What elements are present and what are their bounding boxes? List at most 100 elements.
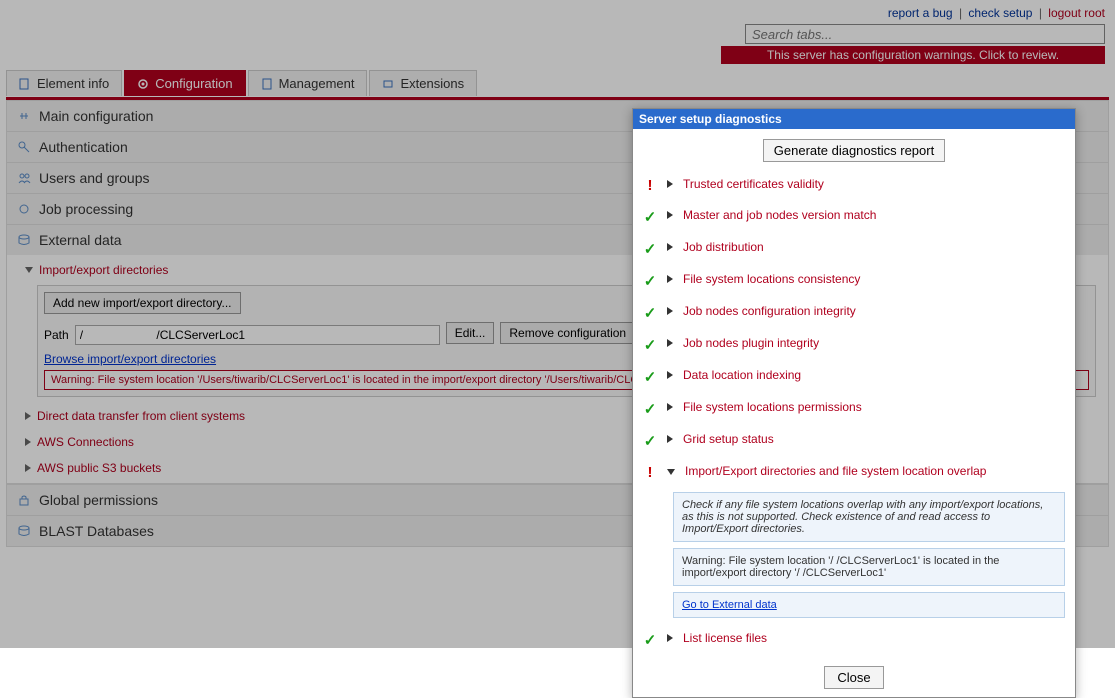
modal-body: Generate diagnostics report ! Trusted cer… [633,129,1075,697]
detail-warning: Warning: File system location '/ /CLCSer… [673,548,1065,586]
path-input[interactable] [75,325,440,345]
tree-label: Import/export directories [39,263,168,277]
section-label: Authentication [39,139,128,155]
chevron-right-icon [667,275,673,283]
users-icon [17,171,31,185]
diag-item[interactable]: ✓ Master and job nodes version match [643,201,1065,233]
diag-item[interactable]: ✓ File system locations consistency [643,265,1065,297]
diagnostics-list: ! Trusted certificates validity ✓ Master an… [643,170,1065,656]
check-icon: ✓ [643,368,657,386]
report-bug-link[interactable]: report a bug [888,6,953,20]
tree-label: AWS public S3 buckets [37,461,161,475]
clipboard-icon [261,78,273,90]
check-icon: ✓ [643,400,657,418]
tab-label: Management [279,76,355,91]
chevron-right-icon [667,180,673,188]
check-icon: ✓ [643,631,657,649]
tab-label: Configuration [155,76,232,91]
section-label: Main configuration [39,108,153,124]
chevron-right-icon [667,371,673,379]
warning-icon: ! [643,464,657,481]
check-icon: ✓ [643,432,657,450]
diag-item[interactable]: ! Trusted certificates validity [643,170,1065,201]
check-icon: ✓ [643,240,657,258]
check-icon: ✓ [643,272,657,290]
tab-label: Extensions [400,76,464,91]
tab-element-info[interactable]: Element info [6,70,122,96]
chevron-right-icon [667,211,673,219]
database-icon [17,233,31,247]
chevron-right-icon [667,307,673,315]
diag-item[interactable]: ✓ Job nodes configuration integrity [643,297,1065,329]
diag-item[interactable]: ✓ Job distribution [643,233,1065,265]
chevron-right-icon [667,339,673,347]
check-icon: ✓ [643,208,657,226]
lock-icon [17,493,31,507]
diag-detail: Check if any file system locations overl… [673,492,1065,618]
diag-item[interactable]: ✓Grid setup status [643,425,1065,457]
edit-button[interactable]: Edit... [446,322,495,344]
tree-label: AWS Connections [37,435,134,449]
chevron-right-icon [667,634,673,642]
check-icon: ✓ [643,304,657,322]
diag-item[interactable]: ✓ File system locations permissions [643,393,1065,425]
close-button[interactable]: Close [824,666,883,689]
chevron-right-icon [667,435,673,443]
diagnostics-modal: Server setup diagnostics Generate diagno… [632,108,1076,698]
search-input[interactable] [745,24,1105,44]
logout-link[interactable]: logout root [1048,6,1105,20]
document-icon [19,78,31,90]
diag-item[interactable]: ! Import/Export directories and file syst… [643,457,1065,488]
diag-label: Master and job nodes version match [683,208,876,222]
warning-icon: ! [643,177,657,194]
tab-management[interactable]: Management [248,70,368,96]
section-label: Global permissions [39,492,158,508]
main-tabs: Element info Configuration Management Ex… [6,70,1109,96]
diag-label: Job nodes configuration integrity [683,304,856,318]
database-icon [17,524,31,538]
detail-description: Check if any file system locations overl… [673,492,1065,542]
diag-item[interactable]: ✓ Job nodes plugin integrity [643,329,1065,361]
chevron-right-icon [25,412,31,420]
chevron-right-icon [25,438,31,446]
diag-label: Trusted certificates validity [683,177,824,191]
tab-configuration[interactable]: Configuration [124,70,245,96]
link-icon [17,109,31,123]
config-warning-banner[interactable]: This server has configuration warnings. … [721,46,1105,64]
chevron-down-icon [667,469,675,475]
diag-item[interactable]: ✓ List license files [643,624,1065,656]
detail-link-box: Go to External data [673,592,1065,618]
diag-label: Job distribution [683,240,764,254]
diag-label: Data location indexing [683,368,801,382]
gear-icon [137,78,149,90]
diag-label: File system locations permissions [683,400,862,414]
path-label: Path [44,328,69,342]
diag-item[interactable]: ✓ Data location indexing [643,361,1065,393]
add-directory-button[interactable]: Add new import/export directory... [44,292,241,314]
plugin-icon [382,78,394,90]
check-setup-link[interactable]: check setup [968,6,1032,20]
section-label: BLAST Databases [39,523,154,539]
cog-icon [17,202,31,216]
diag-label: File system locations consistency [683,272,860,286]
tab-label: Element info [37,76,109,91]
diag-label: List license files [683,631,767,645]
modal-title: Server setup diagnostics [633,109,1075,129]
go-to-external-data-link[interactable]: Go to External data [682,599,777,611]
top-links: report a bug | check setup | logout root [888,6,1105,20]
diag-label: Job nodes plugin integrity [683,336,819,350]
chevron-right-icon [667,403,673,411]
chevron-right-icon [25,464,31,472]
chevron-right-icon [667,243,673,251]
remove-config-button[interactable]: Remove configuration [500,322,635,344]
section-label: Job processing [39,201,133,217]
check-icon: ✓ [643,336,657,354]
section-label: External data [39,232,122,248]
chevron-down-icon [25,267,33,273]
section-label: Users and groups [39,170,150,186]
diag-label: Import/Export directories and file syste… [685,464,986,478]
tree-label: Direct data transfer from client systems [37,409,245,423]
key-icon [17,140,31,154]
tab-extensions[interactable]: Extensions [369,70,477,96]
generate-report-button[interactable]: Generate diagnostics report [763,139,945,162]
